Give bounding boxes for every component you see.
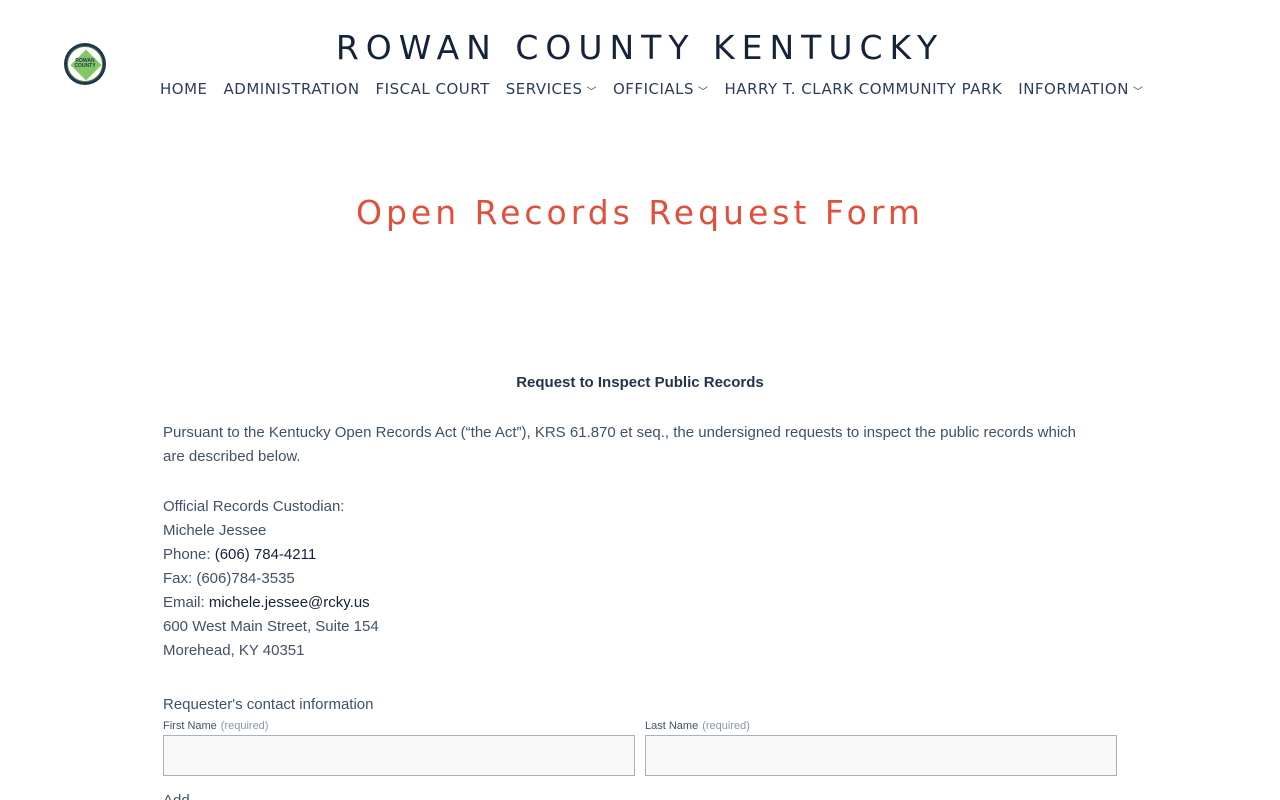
chevron-down-icon: ﹀ bbox=[586, 86, 597, 98]
nav-item-label: HOME bbox=[160, 80, 208, 98]
last-name-label-text: Last Name bbox=[645, 720, 699, 732]
nav-item-administration[interactable]: ADMINISTRATION bbox=[224, 80, 360, 98]
nav-item-fiscal-court[interactable]: FISCAL COURT bbox=[376, 80, 490, 98]
nav-item-community-park[interactable]: HARRY T. CLARK COMMUNITY PARK bbox=[725, 80, 1003, 98]
custodian-heading: Official Records Custodian: bbox=[163, 498, 345, 515]
first-name-label-text: First Name bbox=[163, 720, 217, 732]
chevron-down-icon: ﹀ bbox=[698, 86, 709, 98]
custodian-address-line1: 600 West Main Street, Suite 154 bbox=[163, 618, 379, 635]
nav-item-label: SERVICES bbox=[505, 80, 583, 98]
contact-section-label: Requester's contact information bbox=[163, 696, 374, 713]
last-name-label: Last Name (required) bbox=[645, 720, 750, 732]
site-title[interactable]: ROWAN COUNTY KENTUCKY bbox=[0, 28, 1280, 67]
page-title: Open Records Request Form bbox=[356, 193, 924, 232]
custodian-phone: Phone: (606) 784-4211 bbox=[163, 543, 379, 567]
email-link[interactable]: michele.jessee@rcky.us bbox=[209, 594, 370, 611]
last-name-input[interactable] bbox=[645, 735, 1117, 776]
custodian-address-line2: Morehead, KY 40351 bbox=[163, 642, 305, 659]
custodian-info: Official Records Custodian: Michele Jess… bbox=[163, 495, 379, 663]
nav-item-label: ADMINISTRATION bbox=[223, 80, 360, 98]
intro-paragraph: Pursuant to the Kentucky Open Records Ac… bbox=[163, 424, 1077, 465]
first-name-input[interactable] bbox=[163, 735, 635, 776]
custodian-fax: Fax: (606)784-3535 bbox=[163, 570, 295, 587]
nav-item-label: HARRY T. CLARK COMMUNITY PARK bbox=[724, 80, 1003, 98]
nav-item-label: INFORMATION bbox=[1018, 80, 1129, 98]
section-heading: Request to Inspect Public Records bbox=[516, 374, 764, 391]
page: ROWAN COUNTY ROWAN COUNTY KENTUCKY HOME … bbox=[0, 0, 1280, 800]
required-indicator: (required) bbox=[702, 720, 750, 732]
required-indicator: (required) bbox=[220, 720, 269, 732]
custodian-email: Email: michele.jessee@rcky.us bbox=[163, 591, 379, 615]
phone-link[interactable]: (606) 784-4211 bbox=[215, 546, 316, 563]
email-label: Email: bbox=[163, 594, 209, 611]
first-name-label: First Name (required) bbox=[163, 720, 268, 732]
main-nav: HOME ADMINISTRATION FISCAL COURT SERVICE… bbox=[160, 80, 1159, 98]
nav-item-services[interactable]: SERVICES ﹀ bbox=[506, 80, 597, 98]
nav-item-label: OFFICIALS bbox=[613, 80, 695, 98]
chevron-down-icon: ﹀ bbox=[1132, 86, 1144, 98]
nav-item-officials[interactable]: OFFICIALS ﹀ bbox=[613, 80, 709, 98]
custodian-name: Michele Jessee bbox=[163, 522, 267, 539]
phone-label: Phone: bbox=[163, 546, 215, 563]
nav-item-home[interactable]: HOME bbox=[160, 80, 208, 98]
next-field-label: Add bbox=[163, 792, 190, 800]
nav-item-label: FISCAL COURT bbox=[375, 80, 490, 98]
nav-item-information[interactable]: INFORMATION ﹀ bbox=[1018, 80, 1143, 98]
